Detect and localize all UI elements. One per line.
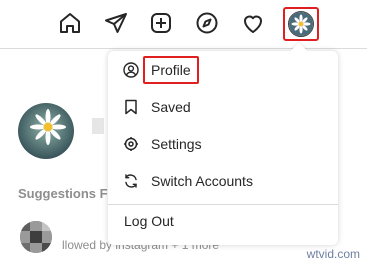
menu-item-switch-accounts[interactable]: Switch Accounts xyxy=(108,164,338,198)
bookmark-icon xyxy=(123,99,139,115)
menu-item-label: Settings xyxy=(151,136,202,152)
account-dropdown-menu: Profile Saved Settings Switch Accounts L… xyxy=(108,42,338,245)
menu-item-profile[interactable]: Profile xyxy=(108,53,338,87)
gear-icon xyxy=(123,136,139,152)
avatar xyxy=(288,11,314,37)
explore-icon[interactable] xyxy=(193,9,221,37)
new-post-icon[interactable] xyxy=(147,9,175,37)
suggestion-avatar[interactable] xyxy=(20,221,52,253)
menu-item-label: Profile xyxy=(143,56,199,84)
profile-avatar-button[interactable] xyxy=(283,7,319,41)
redacted-username xyxy=(92,118,104,134)
switch-accounts-icon xyxy=(123,173,139,189)
top-navigation-bar xyxy=(0,0,367,49)
suggestions-heading: Suggestions F xyxy=(18,186,108,201)
watermark: wtvid.com xyxy=(306,247,360,261)
menu-item-label: Switch Accounts xyxy=(151,173,253,189)
activity-heart-icon[interactable] xyxy=(239,9,267,37)
menu-item-settings[interactable]: Settings xyxy=(108,127,338,161)
logout-button[interactable]: Log Out xyxy=(124,213,174,229)
profile-icon xyxy=(123,62,139,78)
menu-item-label: Saved xyxy=(151,99,191,115)
home-icon[interactable] xyxy=(56,9,84,37)
user-avatar[interactable] xyxy=(18,103,74,159)
menu-divider xyxy=(108,204,338,205)
menu-item-saved[interactable]: Saved xyxy=(108,90,338,124)
direct-message-icon[interactable] xyxy=(102,9,130,37)
